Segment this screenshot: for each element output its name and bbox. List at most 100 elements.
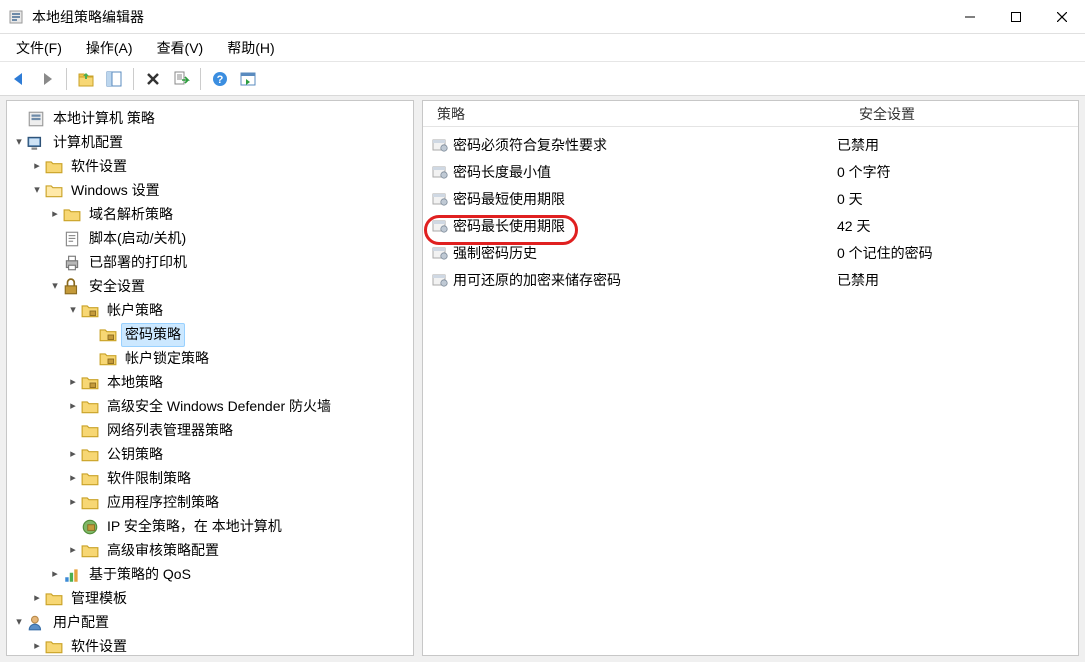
expand-icon: ▶ xyxy=(11,110,27,127)
forward-button[interactable] xyxy=(34,66,60,92)
column-header-policy[interactable]: 策略 xyxy=(429,104,859,124)
expand-icon[interactable]: ▸ xyxy=(47,566,63,583)
tree-root[interactable]: ▶ 本地计算机 策略 xyxy=(11,107,409,131)
tree-ip-security[interactable]: ▶ IP 安全策略，在 本地计算机 xyxy=(11,515,409,539)
tree-software-settings[interactable]: ▸ 软件设置 xyxy=(11,155,409,179)
expand-icon[interactable]: ▸ xyxy=(47,206,63,223)
tree-label: 软件限制策略 xyxy=(103,467,195,491)
list-row[interactable]: 密码最长使用期限42 天 xyxy=(429,212,1078,239)
list-row[interactable]: 用可还原的加密来储存密码 已禁用 xyxy=(429,266,1078,293)
expand-icon[interactable]: ▸ xyxy=(29,638,45,655)
up-level-button[interactable] xyxy=(73,66,99,92)
tree-dns-policy[interactable]: ▸ 域名解析策略 xyxy=(11,203,409,227)
show-hide-tree-button[interactable] xyxy=(101,66,127,92)
menu-view[interactable]: 查看(V) xyxy=(147,35,214,61)
expand-icon[interactable]: ▸ xyxy=(65,470,81,487)
app-icon xyxy=(8,9,24,25)
list-row[interactable]: 密码必须符合复杂性要求已禁用 xyxy=(429,131,1078,158)
tree-network-list[interactable]: ▶ 网络列表管理器策略 xyxy=(11,419,409,443)
expand-icon[interactable]: ▸ xyxy=(29,158,45,175)
expand-icon[interactable]: ▸ xyxy=(65,374,81,391)
tree-label: 公钥策略 xyxy=(103,443,167,467)
policy-setting: 已禁用 xyxy=(837,270,1078,290)
delete-button[interactable] xyxy=(140,66,166,92)
expand-icon: ▶ xyxy=(47,230,63,247)
tree-account-policies[interactable]: ▾ 帐户策略 xyxy=(11,299,409,323)
expand-icon: ▶ xyxy=(83,326,99,343)
tree-windows-settings[interactable]: ▾ Windows 设置 xyxy=(11,179,409,203)
menu-action[interactable]: 操作(A) xyxy=(76,35,143,61)
tree-app-control[interactable]: ▸ 应用程序控制策略 xyxy=(11,491,409,515)
expand-icon[interactable]: ▸ xyxy=(65,542,81,559)
list-row[interactable]: 强制密码历史0 个记住的密码 xyxy=(429,239,1078,266)
tree-computer-config[interactable]: ▾ 计算机配置 xyxy=(11,131,409,155)
tree-deployed-printers[interactable]: ▶ 已部署的打印机 xyxy=(11,251,409,275)
expand-icon[interactable]: ▸ xyxy=(65,494,81,511)
policy-name: 用可还原的加密来储存密码 xyxy=(451,269,627,291)
expand-icon: ▶ xyxy=(83,350,99,367)
policy-name: 密码长度最小值 xyxy=(451,161,557,183)
tree-password-policy[interactable]: ▶ 密码策略 xyxy=(11,323,409,347)
security-icon xyxy=(63,278,81,296)
maximize-button[interactable] xyxy=(993,0,1039,33)
tree-panel[interactable]: ▶ 本地计算机 策略 ▾ 计算机配置 ▸ 软件设置 ▾ Windows 设置 ▸ xyxy=(6,100,414,656)
tree-public-key[interactable]: ▸ 公钥策略 xyxy=(11,443,409,467)
tree-security-settings[interactable]: ▾ 安全设置 xyxy=(11,275,409,299)
tree-scripts[interactable]: ▶ 脚本(启动/关机) xyxy=(11,227,409,251)
collapse-icon[interactable]: ▾ xyxy=(29,182,45,199)
tree-user-software-settings[interactable]: ▸ 软件设置 xyxy=(11,635,409,656)
tree-lockout-policy[interactable]: ▶ 帐户锁定策略 xyxy=(11,347,409,371)
help-button[interactable]: ? xyxy=(207,66,233,92)
toolbar-separator xyxy=(66,68,67,90)
tree-label: 密码策略 xyxy=(121,323,185,347)
tree-qos[interactable]: ▸ 基于策略的 QoS xyxy=(11,563,409,587)
tree-label: 网络列表管理器策略 xyxy=(103,419,237,443)
svg-text:?: ? xyxy=(217,74,224,86)
folder-icon xyxy=(81,422,99,440)
expand-icon[interactable]: ▸ xyxy=(29,590,45,607)
tree-adv-audit[interactable]: ▸ 高级审核策略配置 xyxy=(11,539,409,563)
content-area: ▶ 本地计算机 策略 ▾ 计算机配置 ▸ 软件设置 ▾ Windows 设置 ▸ xyxy=(0,96,1085,660)
list-row[interactable]: 密码长度最小值0 个字符 xyxy=(429,158,1078,185)
folder-open-icon xyxy=(45,182,63,200)
collapse-icon[interactable]: ▾ xyxy=(11,614,27,631)
tree-label: 用户配置 xyxy=(49,611,113,635)
computer-icon xyxy=(27,134,45,152)
expand-icon[interactable]: ▸ xyxy=(65,398,81,415)
close-button[interactable] xyxy=(1039,0,1085,33)
tree-label: 管理模板 xyxy=(67,587,131,611)
folder-lock-icon xyxy=(99,350,117,368)
tree-admin-templates[interactable]: ▸ 管理模板 xyxy=(11,587,409,611)
toolbar-separator xyxy=(133,68,134,90)
list-panel[interactable]: 策略 安全设置 密码必须符合复杂性要求已禁用密码长度最小值0 个字符密码最短使用… xyxy=(422,100,1079,656)
tree-defender-firewall[interactable]: ▸ 高级安全 Windows Defender 防火墙 xyxy=(11,395,409,419)
list-row[interactable]: 密码最短使用期限0 天 xyxy=(429,185,1078,212)
menu-help[interactable]: 帮助(H) xyxy=(217,35,284,61)
policy-name: 密码最长使用期限 xyxy=(451,215,571,237)
minimize-button[interactable] xyxy=(947,0,993,33)
tree-software-restrict[interactable]: ▸ 软件限制策略 xyxy=(11,467,409,491)
collapse-icon[interactable]: ▾ xyxy=(11,134,27,151)
menu-file[interactable]: 文件(F) xyxy=(6,35,72,61)
folder-icon xyxy=(45,638,63,656)
collapse-icon[interactable]: ▾ xyxy=(47,278,63,295)
policy-item-icon xyxy=(429,164,451,180)
expand-icon[interactable]: ▸ xyxy=(65,446,81,463)
folder-icon xyxy=(81,494,99,512)
back-button[interactable] xyxy=(6,66,32,92)
expand-icon: ▶ xyxy=(65,422,81,439)
column-header-setting[interactable]: 安全设置 xyxy=(859,104,1078,124)
window-controls xyxy=(947,0,1085,33)
tree-label: 帐户锁定策略 xyxy=(121,347,213,371)
tree-user-config[interactable]: ▾ 用户配置 xyxy=(11,611,409,635)
tree-local-policies[interactable]: ▸ 本地策略 xyxy=(11,371,409,395)
policy-item-icon xyxy=(429,245,451,261)
tree-label: 高级审核策略配置 xyxy=(103,539,223,563)
export-list-button[interactable] xyxy=(168,66,194,92)
tree-label: 基于策略的 QoS xyxy=(85,563,195,587)
tree-label: 已部署的打印机 xyxy=(85,251,191,275)
policy-item-icon xyxy=(429,272,451,288)
collapse-icon[interactable]: ▾ xyxy=(65,302,81,319)
properties-button[interactable] xyxy=(235,66,261,92)
policy-item-icon xyxy=(429,191,451,207)
